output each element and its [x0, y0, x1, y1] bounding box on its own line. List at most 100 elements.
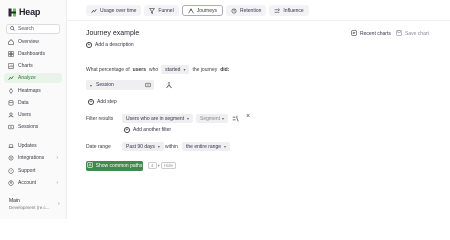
environment-name[interactable]: Main	[9, 198, 20, 204]
filter-option-icon[interactable]	[232, 115, 239, 122]
add-filter-button[interactable]: + Add another filter	[124, 127, 171, 133]
step-event-select[interactable]: ▾ Session	[86, 80, 154, 90]
recent-icon	[351, 30, 357, 38]
chevron-down-icon: ▾	[157, 144, 160, 149]
chevron-down-icon: ▾	[183, 67, 186, 72]
sidebar-item-label: Account	[18, 180, 37, 186]
sidebar-item-integrations[interactable]: Integrations ›	[4, 153, 62, 163]
filter-results-label: Filter results	[86, 116, 114, 122]
sidebar-item-dashboards[interactable]: Dashboards	[4, 49, 62, 59]
chevron-right-icon[interactable]: ›	[58, 201, 60, 207]
recent-charts-button[interactable]: Recent charts	[351, 30, 391, 38]
range-scope-dropdown[interactable]: the entire range ▾	[182, 142, 231, 151]
sidebar-item-label: Dashboards	[18, 51, 45, 57]
action-value: started	[165, 66, 181, 73]
save-chart-button[interactable]: Save chart	[396, 30, 429, 38]
sidebar-item-analyze[interactable]: Analyze	[4, 73, 62, 83]
query-sentence: What percentage of users who started ▾ t…	[86, 65, 229, 74]
sidebar-item-label: Charts	[18, 63, 33, 69]
sidebar-item-label: Overview	[18, 39, 39, 45]
edit-event-icon[interactable]	[145, 82, 151, 88]
pager-number[interactable]: 4	[148, 162, 157, 169]
sidebar-item-sessions[interactable]: Sessions	[4, 122, 62, 132]
close-icon[interactable]: ×	[246, 113, 250, 120]
branch-icon[interactable]	[165, 82, 173, 89]
add-description-label: Add a description	[95, 42, 134, 48]
heatmap-icon	[8, 88, 14, 94]
users-icon	[8, 112, 14, 118]
home-icon	[8, 39, 14, 45]
step-event-value: Session	[96, 82, 114, 88]
funnel-icon	[149, 7, 156, 14]
sidebar-item-support[interactable]: ? Support	[4, 166, 62, 176]
retention-icon	[231, 8, 237, 14]
save-chart-label: Save chart	[405, 31, 429, 37]
analysis-tabs: Usage over time Funnel Journeys Retentio…	[86, 5, 309, 16]
analyze-icon	[8, 75, 14, 81]
sidebar-item-label: Integrations	[18, 155, 45, 161]
query-subject[interactable]: users	[133, 67, 146, 73]
plus-circle-icon: +	[124, 126, 130, 133]
tab-funnel[interactable]: Funnel	[144, 5, 179, 16]
data-icon	[8, 100, 14, 106]
sessions-icon	[8, 124, 14, 130]
chevron-down-icon[interactable]: ▾	[158, 163, 160, 169]
tab-retention[interactable]: Retention	[226, 5, 267, 16]
chart-title[interactable]: Journey example	[86, 30, 139, 37]
show-common-paths-button[interactable]: Show common paths	[86, 161, 143, 171]
plus-circle-icon: +	[88, 98, 94, 105]
tab-journeys[interactable]: Journeys	[181, 5, 223, 16]
updates-icon	[8, 143, 14, 149]
chevron-down-icon: ▾	[221, 116, 224, 121]
query-prefix: What percentage of	[86, 66, 130, 73]
tab-usage-over-time[interactable]: Usage over time	[86, 5, 142, 16]
save-icon	[396, 30, 402, 38]
action-dropdown[interactable]: started ▾	[161, 65, 190, 74]
query-suffix-did: did:	[220, 66, 230, 73]
date-range-dropdown[interactable]: Past 90 days ▾	[122, 142, 164, 151]
support-icon: ?	[8, 168, 14, 174]
filter-type-value: Users who are in segment	[126, 115, 185, 122]
tab-label: Retention	[240, 7, 262, 14]
account-icon	[8, 180, 14, 186]
within-label: within	[165, 144, 178, 150]
tab-label: Influence	[283, 7, 304, 14]
sidebar-item-label: Heatmaps	[18, 88, 41, 94]
tab-label: Usage over time	[100, 7, 137, 14]
chevron-down-icon: ▾	[186, 116, 189, 121]
sidebar-item-overview[interactable]: Overview	[4, 37, 62, 47]
sidebar-item-label: Analyze	[18, 75, 36, 81]
date-range-value: Past 90 days	[126, 143, 155, 150]
tab-influence[interactable]: Influence	[269, 5, 309, 16]
query-who: who	[148, 66, 159, 73]
search-input[interactable]: Search	[6, 24, 60, 34]
sidebar-item-data[interactable]: Data	[4, 98, 62, 108]
paths-pager: 4 ▾ Hide	[148, 162, 177, 169]
chevron-down-icon: ▾	[90, 82, 93, 88]
sidebar-item-label: Updates	[18, 143, 37, 149]
show-common-paths-label: Show common paths	[95, 163, 143, 169]
tab-label: Funnel	[158, 7, 174, 14]
add-description-button[interactable]: + Add a description	[86, 42, 134, 48]
svg-text:?: ?	[10, 169, 12, 173]
sidebar-item-users[interactable]: Users	[4, 110, 62, 120]
segment-dropdown[interactable]: Segment ▾	[196, 114, 228, 123]
add-step-button[interactable]: + Add step	[88, 99, 117, 105]
logo[interactable]: Heap	[8, 7, 40, 17]
filter-type-dropdown[interactable]: Users who are in segment ▾	[122, 114, 193, 123]
sidebar-item-label: Support	[18, 168, 36, 174]
heap-logo-icon	[8, 8, 17, 17]
sidebar-item-label: Sessions	[18, 124, 39, 130]
search-label: Search	[18, 26, 34, 32]
sidebar-item-updates[interactable]: Updates	[4, 141, 62, 151]
segment-placeholder: Segment	[200, 115, 221, 122]
sidebar-item-account[interactable]: Account ›	[4, 178, 62, 188]
chevron-right-icon: ›	[56, 180, 58, 186]
query-suffix: the journey	[192, 66, 218, 73]
sidebar-item-charts[interactable]: Charts	[4, 61, 62, 71]
usage-icon	[91, 8, 97, 14]
pager-toggle[interactable]: Hide	[160, 162, 177, 169]
date-range-label: Date range	[86, 144, 111, 150]
sidebar-item-label: Users	[18, 112, 32, 118]
sidebar-item-heatmaps[interactable]: Heatmaps	[4, 86, 62, 96]
